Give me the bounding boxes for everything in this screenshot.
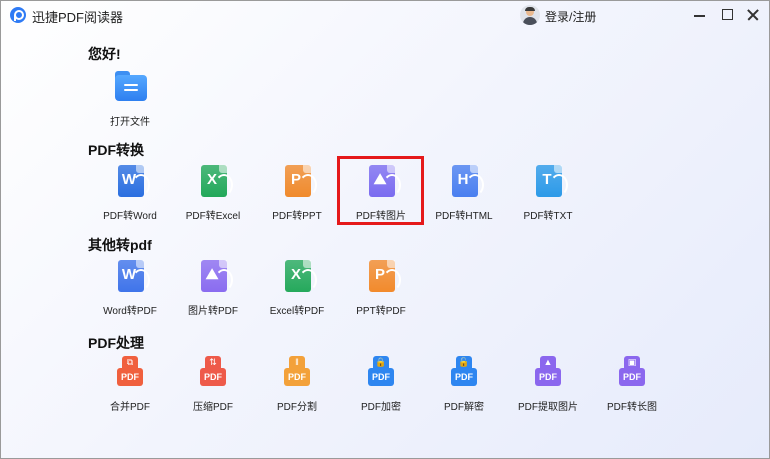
open-file-button[interactable]: 打开文件 — [85, 71, 175, 131]
app-logo-icon — [10, 7, 26, 23]
pdf-to-html-button[interactable]: H PDF转HTML — [419, 165, 509, 225]
encrypt-pdf-button[interactable]: 🔒 PDF PDF加密 — [336, 356, 426, 416]
merge-pdf-button[interactable]: ⧉ PDF 合并PDF — [85, 356, 175, 416]
pdf-to-excel-icon: X — [197, 165, 233, 199]
decrypt-pdf-label: PDF解密 — [444, 402, 484, 413]
pdf-to-txt-icon: T — [532, 165, 568, 199]
ppt-to-pdf-label: PPT转PDF — [356, 306, 406, 317]
close-icon[interactable] — [743, 5, 763, 25]
pdf-to-txt-label: PDF转TXT — [523, 211, 573, 222]
pdf-to-html-label: PDF转HTML — [435, 211, 493, 222]
split-pdf-label: PDF分割 — [277, 402, 317, 413]
word-to-pdf-button[interactable]: W Word转PDF — [85, 260, 175, 320]
ppt-to-pdf-icon: P — [365, 260, 401, 294]
extract-images-button[interactable]: ▲ PDF PDF提取图片 — [503, 356, 593, 416]
section-title-other-to-pdf: 其他转pdf — [88, 237, 152, 253]
encrypt-pdf-icon: 🔒 PDF — [365, 356, 397, 390]
app-title: 迅捷PDF阅读器 — [32, 10, 124, 25]
compress-pdf-icon: ⇅ PDF — [197, 356, 229, 390]
long-image-label: PDF转长图 — [607, 402, 657, 413]
excel-to-pdf-icon: X — [281, 260, 317, 294]
title-bar: 迅捷PDF阅读器 登录/注册 — [1, 1, 769, 29]
login-register-link[interactable]: 登录/注册 — [545, 8, 596, 25]
compress-pdf-label: 压缩PDF — [193, 402, 233, 413]
compress-pdf-button[interactable]: ⇅ PDF 压缩PDF — [168, 356, 258, 416]
merge-pdf-label: 合并PDF — [110, 402, 150, 413]
pdf-to-html-icon: H — [448, 165, 484, 199]
pdf-to-excel-label: PDF转Excel — [185, 211, 241, 222]
extract-images-label: PDF提取图片 — [518, 402, 578, 413]
maximize-icon[interactable] — [717, 5, 737, 25]
pdf-to-ppt-button[interactable]: P PDF转PPT — [252, 165, 342, 225]
pdf-to-word-icon: W — [114, 165, 150, 199]
decrypt-pdf-icon: 🔓 PDF — [448, 356, 480, 390]
word-to-pdf-icon: W — [114, 260, 150, 294]
excel-to-pdf-label: Excel转PDF — [269, 306, 325, 317]
long-image-icon: ▣ PDF — [616, 356, 648, 390]
ppt-to-pdf-button[interactable]: P PPT转PDF — [336, 260, 426, 320]
image-to-pdf-icon: ⛰ — [197, 260, 233, 294]
selection-highlight — [337, 156, 424, 225]
excel-to-pdf-button[interactable]: X Excel转PDF — [252, 260, 342, 320]
encrypt-pdf-label: PDF加密 — [361, 402, 401, 413]
minimize-icon[interactable] — [689, 5, 709, 25]
section-title-hello: 您好! — [88, 46, 121, 62]
folder-icon — [114, 71, 147, 105]
decrypt-pdf-button[interactable]: 🔓 PDF PDF解密 — [419, 356, 509, 416]
app-window: 迅捷PDF阅读器 登录/注册 您好! 打开文件 PDF转换 其他转pdf PDF… — [0, 0, 770, 459]
split-pdf-icon: ‖ PDF — [281, 356, 313, 390]
split-pdf-button[interactable]: ‖ PDF PDF分割 — [252, 356, 342, 416]
image-to-pdf-label: 图片转PDF — [188, 306, 238, 317]
open-file-label: 打开文件 — [110, 117, 150, 128]
pdf-to-excel-button[interactable]: X PDF转Excel — [168, 165, 258, 225]
word-to-pdf-label: Word转PDF — [103, 306, 157, 317]
pdf-to-word-button[interactable]: W PDF转Word — [85, 165, 175, 225]
merge-pdf-icon: ⧉ PDF — [114, 356, 146, 390]
image-to-pdf-button[interactable]: ⛰ 图片转PDF — [168, 260, 258, 320]
extract-images-icon: ▲ PDF — [532, 356, 564, 390]
pdf-to-ppt-icon: P — [281, 165, 317, 199]
pdf-to-long-image-button[interactable]: ▣ PDF PDF转长图 — [587, 356, 677, 416]
section-title-pdf-process: PDF处理 — [88, 335, 144, 351]
section-title-pdf-convert: PDF转换 — [88, 142, 144, 158]
user-avatar[interactable] — [520, 5, 540, 25]
pdf-to-txt-button[interactable]: T PDF转TXT — [503, 165, 593, 225]
pdf-to-ppt-label: PDF转PPT — [272, 211, 322, 222]
pdf-to-word-label: PDF转Word — [103, 211, 157, 222]
